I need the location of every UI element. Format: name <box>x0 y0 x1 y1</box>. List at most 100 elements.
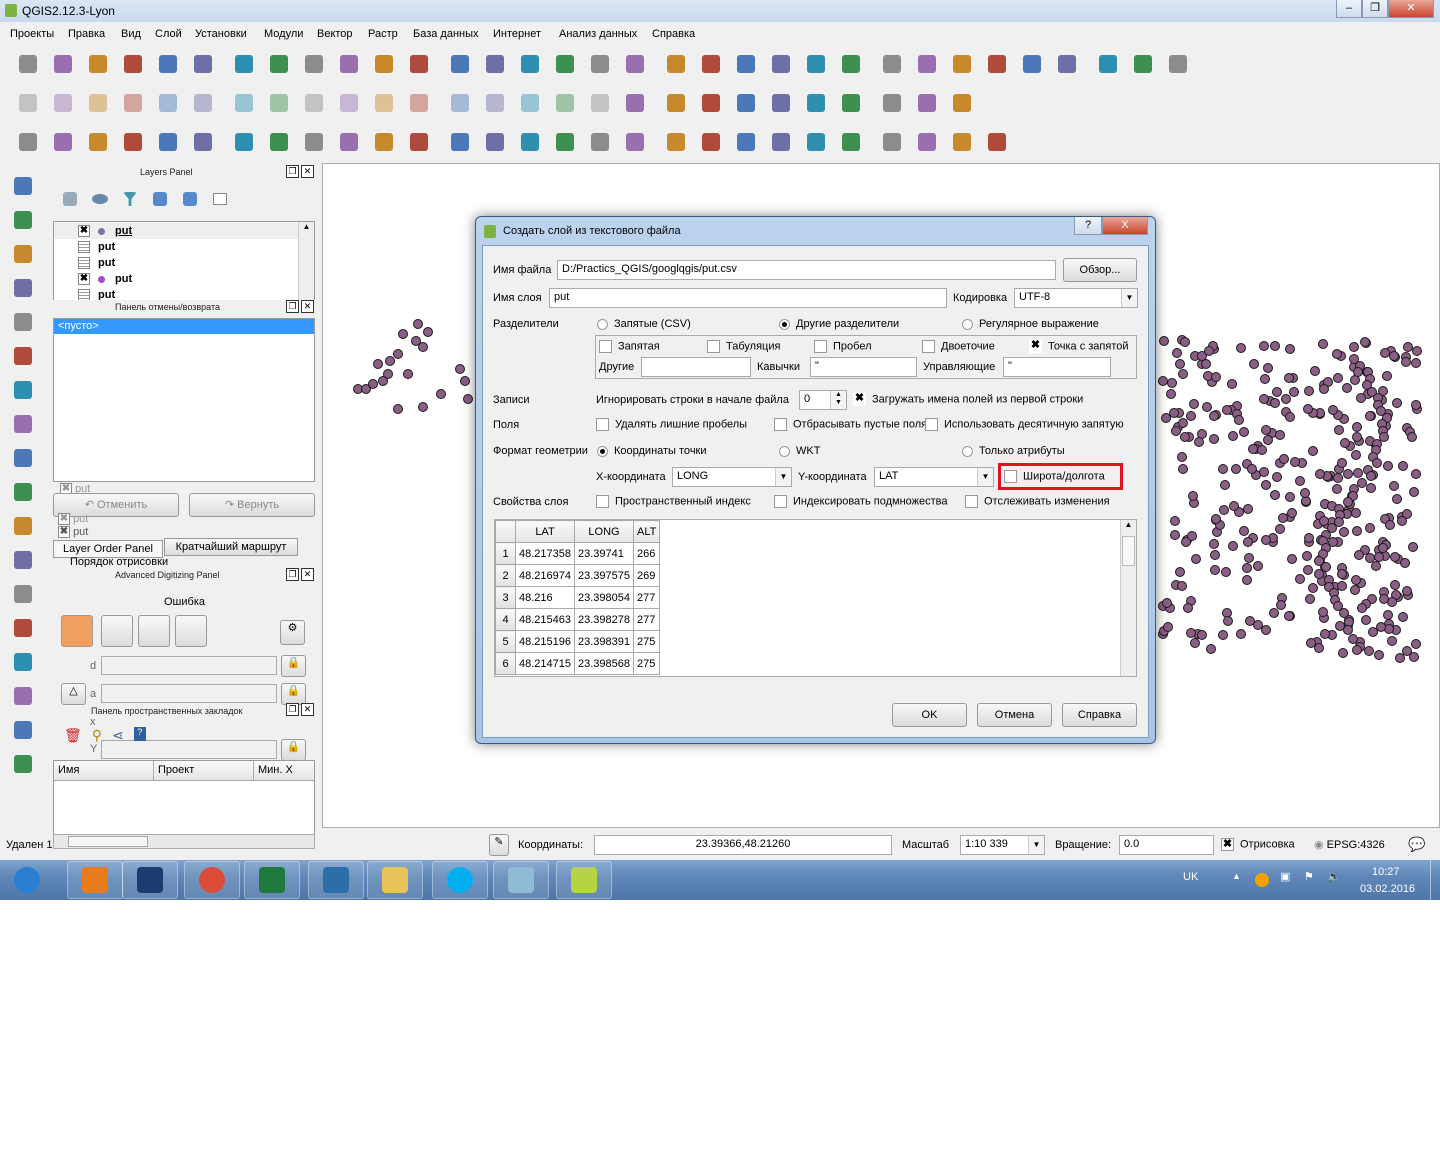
first-record-header-checkbox[interactable]: ✖ Загружать имена полей из первой строки <box>853 393 1083 406</box>
cut-features-icon[interactable] <box>266 90 292 116</box>
coordinates-input[interactable]: 23.39366,48.21260 <box>594 835 892 855</box>
move-feature-icon[interactable] <box>155 90 181 116</box>
statistics-icon[interactable] <box>914 51 940 77</box>
skip-lines-spinbox[interactable]: 0 ▲ ▼ <box>799 390 847 410</box>
merge-attributes-icon[interactable] <box>517 129 543 155</box>
help-icon[interactable] <box>1130 51 1156 77</box>
radio-other-delimiters[interactable]: Другие разделители <box>779 318 899 330</box>
dms-coordinates-checkbox[interactable]: Широта/долгота <box>1004 470 1105 483</box>
new-project-icon[interactable] <box>15 51 41 77</box>
upload-icon[interactable] <box>768 90 794 116</box>
label-show-hide-icon[interactable] <box>447 90 473 116</box>
geometry-checker-icon[interactable] <box>10 751 36 777</box>
encoding-combo[interactable]: UTF-8 ▼ <box>1014 288 1138 308</box>
node-tool-icon[interactable] <box>190 90 216 116</box>
db-manager-icon[interactable] <box>803 90 829 116</box>
radio-no-geometry[interactable]: Только атрибуты <box>962 445 1065 457</box>
offset-curve-icon[interactable] <box>371 129 397 155</box>
perpendicular-button[interactable] <box>138 615 170 647</box>
spin-arrows-icon[interactable]: ▲ ▼ <box>830 391 846 409</box>
spatial-index-checkbox[interactable]: Пространственный индекс <box>596 495 751 508</box>
float-panel-button[interactable]: ❐ <box>286 300 299 313</box>
split-features-icon[interactable] <box>406 129 432 155</box>
undo-icon[interactable] <box>50 129 76 155</box>
touch-zoom-icon[interactable] <box>231 51 257 77</box>
grid-icon[interactable] <box>879 129 905 155</box>
dialog-close-button[interactable]: X <box>1102 217 1148 235</box>
fill-ring-icon[interactable] <box>231 129 257 155</box>
escape-input[interactable]: " <box>1003 357 1111 377</box>
column-header-project[interactable]: Проект <box>154 761 254 780</box>
ok-button[interactable]: OK <box>892 703 967 727</box>
zoom-last-icon[interactable] <box>552 51 578 77</box>
render-checkbox[interactable]: ✖ Отрисовка <box>1221 838 1295 851</box>
menu-item[interactable]: Вектор <box>317 28 353 40</box>
checkbox-colon[interactable]: Двоеточие <box>922 340 995 353</box>
relative-a-button[interactable]: △ <box>61 683 86 705</box>
label-move-icon[interactable] <box>482 90 508 116</box>
media-player-icon[interactable] <box>67 861 123 899</box>
help-button[interactable]: Справка <box>1062 703 1137 727</box>
simplify-icon[interactable] <box>120 129 146 155</box>
sum-icon[interactable] <box>984 129 1010 155</box>
watch-file-checkbox[interactable]: Отслеживать изменения <box>965 495 1110 508</box>
layer-name-input[interactable]: put <box>549 288 947 308</box>
layer-visibility-checkbox[interactable]: ✖ <box>78 225 90 237</box>
tray-app-icon[interactable] <box>1255 873 1269 887</box>
compass-icon[interactable] <box>10 649 36 675</box>
csw-icon[interactable] <box>879 90 905 116</box>
clock-time[interactable]: 10:27 <box>1372 866 1400 878</box>
menu-item[interactable]: База данных <box>413 28 479 40</box>
save-as-icon[interactable] <box>120 51 146 77</box>
layer-visibility-checkbox[interactable]: ✖ <box>78 273 90 285</box>
add-wfs-layer-icon[interactable] <box>10 479 36 505</box>
clock-date[interactable]: 03.02.2016 <box>1360 883 1415 895</box>
identify-icon[interactable] <box>663 51 689 77</box>
enable-adv-digitizing-button[interactable] <box>61 615 93 647</box>
plugin-icon[interactable] <box>949 90 975 116</box>
maximize-button[interactable]: ❐ <box>1362 0 1388 18</box>
volume-icon[interactable]: 🔈 <box>1327 870 1341 883</box>
add-group-icon[interactable] <box>60 189 80 209</box>
pan-icon[interactable] <box>266 51 292 77</box>
menu-item[interactable]: Установки <box>195 28 247 40</box>
cancel-button[interactable]: Отмена <box>977 703 1052 727</box>
zoom-in-icon[interactable] <box>336 51 362 77</box>
zoom-to-layer-icon[interactable] <box>517 51 543 77</box>
close-panel-button[interactable]: ✕ <box>301 703 314 716</box>
vertical-scrollbar[interactable]: ▲ <box>1120 520 1136 676</box>
add-spatialite-layer-icon[interactable] <box>10 275 36 301</box>
stretch-icon[interactable] <box>663 129 689 155</box>
visibility-eye-icon[interactable] <box>90 189 110 209</box>
crosshair-icon[interactable] <box>10 615 36 641</box>
composer-manager-icon[interactable] <box>190 51 216 77</box>
refresh-icon[interactable] <box>622 51 648 77</box>
copy-features-icon[interactable] <box>301 90 327 116</box>
minimize-button[interactable]: – <box>1336 0 1362 18</box>
bookmark-icon[interactable] <box>1019 51 1045 77</box>
table-layer-icon[interactable] <box>78 257 90 269</box>
decrease-icon[interactable] <box>803 129 829 155</box>
construction-mode-button[interactable] <box>101 615 133 647</box>
lock-d-button[interactable]: 🔒 <box>281 655 306 677</box>
split-parts-icon[interactable] <box>447 129 473 155</box>
add-db2-layer-icon[interactable] <box>10 377 36 403</box>
menu-item[interactable]: Интернет <box>493 28 541 40</box>
save-project-icon[interactable] <box>85 51 111 77</box>
label-icon[interactable] <box>371 90 397 116</box>
pan-to-selection-icon[interactable] <box>301 51 327 77</box>
excel-icon[interactable] <box>244 861 300 899</box>
histogram-icon[interactable] <box>622 129 648 155</box>
topology-icon[interactable] <box>10 717 36 743</box>
paste-features-icon[interactable] <box>336 90 362 116</box>
filter-icon[interactable] <box>120 189 140 209</box>
map-tips-icon[interactable] <box>984 51 1010 77</box>
radio-point-coordinates[interactable]: Координаты точки <box>597 445 707 457</box>
menu-item[interactable]: Растр <box>368 28 398 40</box>
other-delimiter-input[interactable] <box>641 357 751 377</box>
chrome-icon[interactable] <box>184 861 240 899</box>
add-wcs-layer-icon[interactable] <box>10 445 36 471</box>
crs-button[interactable]: ◉ EPSG:4326 <box>1314 838 1385 851</box>
reshape-icon[interactable] <box>336 129 362 155</box>
brightness-icon[interactable] <box>733 129 759 155</box>
